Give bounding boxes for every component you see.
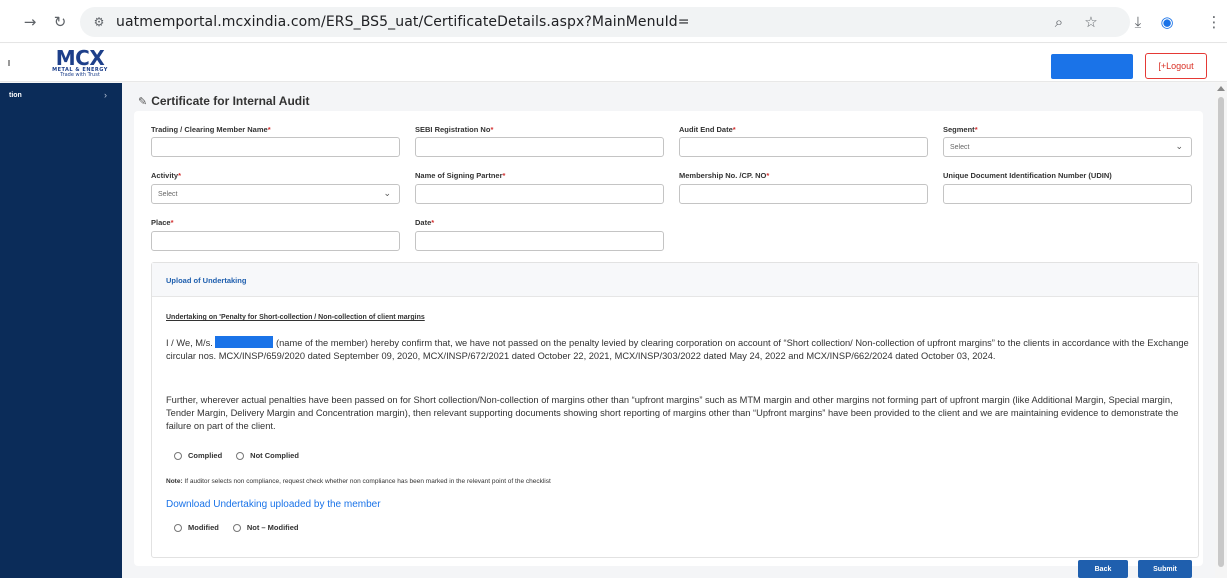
undertaking-heading: Undertaking on 'Penalty for Short-collec… — [166, 314, 425, 321]
download-icon[interactable]: ⤓ — [1124, 13, 1152, 31]
forward-icon[interactable]: → — [20, 12, 40, 32]
not-complied-option[interactable]: Not Complied — [236, 451, 299, 460]
back-button[interactable]: Back — [1078, 560, 1128, 578]
form-card: Trading / Clearing Member Name* SEBI Reg… — [134, 111, 1203, 566]
modified-option[interactable]: Modified — [174, 523, 219, 532]
sebi-reg-label: SEBI Registration No* — [415, 125, 494, 134]
page-title-text: Certificate for Internal Audit — [151, 94, 310, 108]
app-header: MCX METAL & ENERGY Trade with Trust [+Lo… — [0, 44, 1227, 82]
chevron-down-icon: ⌄ — [383, 189, 391, 199]
redacted-member-name — [215, 336, 274, 348]
member-name-input[interactable] — [151, 137, 400, 157]
date-input[interactable] — [415, 231, 664, 251]
submit-button[interactable]: Submit — [1138, 560, 1192, 578]
segment-select[interactable]: Select ⌄ — [943, 137, 1192, 157]
audit-end-date-input[interactable] — [679, 137, 928, 157]
panel-header: Upload of Undertaking — [152, 263, 1198, 297]
signing-partner-label: Name of Signing Partner* — [415, 171, 506, 180]
activity-label: Activity* — [151, 171, 182, 180]
place-input[interactable] — [151, 231, 400, 251]
site-settings-icon[interactable]: ⚙ — [90, 13, 108, 31]
undertaking-panel: Upload of Undertaking Undertaking on 'Pe… — [151, 262, 1199, 558]
header-edge-mark — [8, 60, 10, 66]
download-undertaking-link[interactable]: Download Undertaking uploaded by the mem… — [166, 499, 381, 510]
url-text: uatmemportal.mcxindia.com/ERS_BS5_uat/Ce… — [116, 14, 690, 30]
radio-icon[interactable] — [232, 523, 241, 532]
sidebar: tion › — [0, 83, 122, 578]
scroll-up-icon[interactable] — [1217, 86, 1225, 91]
udin-label: Unique Document Identification Number (U… — [943, 171, 1112, 180]
radio-icon[interactable] — [174, 451, 182, 460]
edit-icon: ✎ — [138, 94, 148, 108]
browser-toolbar: → ↻ ⚙ uatmemportal.mcxindia.com/ERS_BS5_… — [0, 0, 1227, 43]
sidebar-item-label[interactable]: tion — [9, 92, 22, 99]
logout-button[interactable]: [+Logout — [1145, 53, 1207, 79]
sebi-reg-input[interactable] — [415, 137, 664, 157]
menu-kebab-icon[interactable]: ⋮ — [1200, 13, 1227, 31]
signing-partner-input[interactable] — [415, 184, 664, 204]
zoom-icon[interactable]: ⌕ — [1045, 13, 1073, 31]
panel-title: Upload of Undertaking — [166, 276, 247, 285]
audit-end-date-label: Audit End Date* — [679, 125, 736, 134]
activity-select[interactable]: Select ⌄ — [151, 184, 400, 204]
reload-icon[interactable]: ↻ — [50, 12, 70, 32]
radio-icon[interactable] — [236, 451, 245, 460]
compliance-radio-group: Complied Not Complied — [174, 451, 313, 460]
date-label: Date* — [415, 218, 435, 227]
mcx-logo[interactable]: MCX METAL & ENERGY Trade with Trust — [52, 46, 119, 78]
modification-radio-group: Modified Not – Modified — [174, 523, 313, 532]
activity-value: Select — [158, 190, 178, 198]
undertaking-paragraph-2: Further, wherever actual penalties have … — [166, 395, 1179, 431]
user-button[interactable] — [1051, 54, 1133, 79]
membership-no-input[interactable] — [679, 184, 928, 204]
main-content: ✎ Certificate for Internal Audit Trading… — [122, 83, 1215, 578]
not-modified-option[interactable]: Not – Modified — [232, 523, 299, 532]
address-bar[interactable]: ⚙ uatmemportal.mcxindia.com/ERS_BS5_uat/… — [80, 7, 1130, 37]
segment-value: Select — [950, 143, 970, 151]
profile-icon[interactable]: ◉ — [1153, 13, 1181, 31]
chevron-down-icon: ⌄ — [1175, 142, 1183, 152]
member-name-label: Trading / Clearing Member Name* — [151, 125, 271, 134]
page-title: ✎ Certificate for Internal Audit — [138, 94, 309, 108]
logo-tagline: Trade with Trust — [60, 72, 100, 78]
place-label: Place* — [151, 218, 174, 227]
membership-no-label: Membership No. /CP. NO* — [679, 171, 770, 180]
undertaking-paragraph-1: I / We, M/s. (name of the member) hereby… — [166, 336, 1189, 361]
scrollbar[interactable] — [1215, 83, 1227, 578]
udin-input[interactable] — [943, 184, 1192, 204]
compliance-note: Note: If auditor selects non compliance,… — [166, 478, 551, 485]
logo-brand: MCX — [55, 46, 105, 70]
radio-icon[interactable] — [174, 523, 182, 532]
complied-option[interactable]: Complied — [174, 451, 222, 460]
bookmark-star-icon[interactable]: ☆ — [1077, 13, 1105, 31]
segment-label: Segment* — [943, 125, 978, 134]
scroll-thumb[interactable] — [1218, 97, 1224, 567]
chevron-right-icon[interactable]: › — [104, 90, 107, 100]
